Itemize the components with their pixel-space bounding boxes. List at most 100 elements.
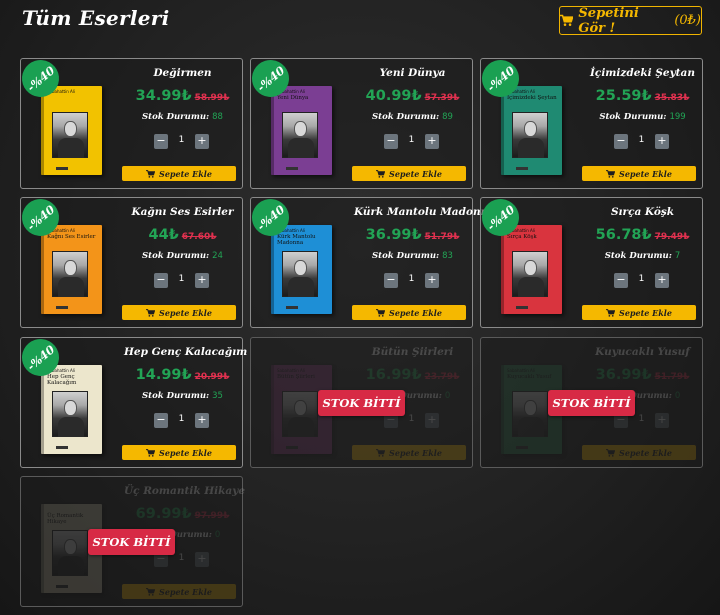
increase-quantity-button[interactable]: + — [195, 134, 209, 149]
increase-quantity-button[interactable]: + — [195, 413, 209, 428]
product-card: Üç Romantik Hikaye Üç Romantik Hikaye 69… — [20, 476, 245, 607]
product-title[interactable]: İçimizdeki Şeytan — [584, 67, 701, 79]
decrease-quantity-button[interactable]: − — [384, 273, 398, 288]
increase-quantity-button[interactable]: + — [655, 413, 669, 428]
sold-out-label: STOK BİTTİ — [548, 390, 635, 416]
shopping-cart-icon — [560, 14, 574, 26]
stock-value: 199 — [669, 112, 686, 122]
book-cover-image[interactable]: Sabahattin Ali — [41, 86, 102, 175]
product-title[interactable]: Kürk Mantolu Madonna — [354, 206, 495, 218]
product-price: 69.99₺ — [135, 506, 192, 522]
increase-quantity-button[interactable]: + — [425, 273, 439, 288]
product-title[interactable]: Kuyucaklı Yusuf — [584, 346, 701, 358]
cover-title: Kuyucaklı Yusuf — [507, 374, 552, 380]
stock-label: Stok Durumu: — [604, 251, 672, 261]
product-title[interactable]: Bütün Şiirleri — [354, 346, 471, 358]
quantity-value[interactable]: 1 — [628, 274, 655, 284]
quantity-value[interactable]: 1 — [398, 274, 425, 284]
cover-author: Sabahattin Ali — [277, 368, 305, 373]
shopping-cart-icon — [146, 308, 156, 317]
add-to-cart-button[interactable]: Sepete Ekle — [122, 445, 236, 460]
increase-quantity-button[interactable]: + — [655, 273, 669, 288]
add-to-cart-label: Sepete Ekle — [389, 447, 442, 458]
product-title[interactable]: Üç Romantik Hikaye — [124, 485, 245, 497]
quantity-value[interactable]: 1 — [168, 274, 195, 284]
add-to-cart-button[interactable]: Sepete Ekle — [582, 305, 696, 320]
author-portrait — [52, 112, 88, 158]
increase-quantity-button[interactable]: + — [195, 273, 209, 288]
product-card: Sabahattin Ali Bütün Şiirleri Bütün Şiir… — [250, 337, 473, 468]
book-cover-image[interactable]: Sabahattin Ali Kağnı Ses Esirler — [41, 225, 102, 314]
shopping-cart-icon — [376, 308, 386, 317]
shopping-cart-icon — [606, 448, 616, 457]
quantity-stepper: − 1 + — [154, 413, 210, 429]
book-cover-image[interactable]: Sabahattin Ali Hep Genç Kalacağım — [41, 365, 102, 454]
add-to-cart-button[interactable]: Sepete Ekle — [352, 166, 466, 181]
view-cart-button[interactable]: Sepetini Gör ! (0₺) — [559, 6, 702, 36]
quantity-value[interactable]: 1 — [398, 135, 425, 145]
stock-value: 24 — [212, 251, 223, 261]
decrease-quantity-button[interactable]: − — [384, 134, 398, 149]
increase-quantity-button[interactable]: + — [425, 134, 439, 149]
add-to-cart-button[interactable]: Sepete Ekle — [352, 305, 466, 320]
author-portrait — [512, 251, 548, 297]
author-portrait — [52, 530, 88, 576]
product-price: 36.99₺ — [595, 367, 652, 383]
cover-title: Üç Romantik Hikaye — [47, 513, 84, 525]
stock-label: Stok Durumu: — [142, 251, 210, 261]
increase-quantity-button[interactable]: + — [195, 552, 209, 567]
shopping-cart-icon — [146, 448, 156, 457]
quantity-stepper: − 1 + — [154, 273, 210, 289]
increase-quantity-button[interactable]: + — [425, 413, 439, 428]
cover-title: İçimizdeki Şeytan — [507, 95, 557, 101]
quantity-value[interactable]: 1 — [168, 135, 195, 145]
page-title: Tüm Eserleri — [22, 6, 170, 30]
book-cover-image[interactable]: Sabahattin Ali İçimizdeki Şeytan — [501, 86, 562, 175]
product-price: 40.99₺ — [365, 88, 422, 104]
quantity-stepper: − 1 + — [154, 134, 210, 150]
cover-title: Yeni Dünya — [277, 95, 309, 101]
product-price: 44₺ — [148, 227, 179, 243]
shopping-cart-icon — [606, 169, 616, 178]
product-title[interactable]: Değirmen — [124, 67, 241, 79]
add-to-cart-button[interactable]: Sepete Ekle — [582, 166, 696, 181]
product-title[interactable]: Yeni Dünya — [354, 67, 471, 79]
add-to-cart-button[interactable]: Sepete Ekle — [582, 445, 696, 460]
sold-out-label: STOK BİTTİ — [318, 390, 405, 416]
decrease-quantity-button[interactable]: − — [154, 134, 168, 149]
product-old-price: 58.99₺ — [194, 93, 230, 103]
stock-value: 35 — [212, 391, 223, 401]
product-old-price: 35.83₺ — [654, 93, 690, 103]
decrease-quantity-button[interactable]: − — [154, 273, 168, 288]
increase-quantity-button[interactable]: + — [655, 134, 669, 149]
product-title[interactable]: Hep Genç Kalacağım — [124, 346, 247, 358]
decrease-quantity-button[interactable]: − — [614, 273, 628, 288]
product-title[interactable]: Sırça Köşk — [584, 206, 701, 218]
author-portrait — [282, 112, 318, 158]
add-to-cart-button[interactable]: Sepete Ekle — [122, 166, 236, 181]
add-to-cart-label: Sepete Ekle — [159, 447, 212, 458]
add-to-cart-button[interactable]: Sepete Ekle — [122, 584, 236, 599]
decrease-quantity-button[interactable]: − — [614, 134, 628, 149]
shopping-cart-icon — [606, 308, 616, 317]
cover-author: Sabahattin Ali — [507, 368, 535, 373]
cover-title: Sırça Köşk — [507, 234, 537, 240]
stock-value: 83 — [442, 251, 453, 261]
stock-value: 0 — [674, 391, 681, 401]
product-title[interactable]: Kağnı Ses Esirler — [124, 206, 241, 218]
book-cover-image[interactable]: Sabahattin Ali Yeni Dünya — [271, 86, 332, 175]
add-to-cart-button[interactable]: Sepete Ekle — [122, 305, 236, 320]
quantity-value[interactable]: 1 — [628, 135, 655, 145]
add-to-cart-button[interactable]: Sepete Ekle — [352, 445, 466, 460]
author-portrait — [282, 251, 318, 297]
add-to-cart-label: Sepete Ekle — [389, 168, 442, 179]
author-portrait — [282, 391, 318, 437]
shopping-cart-icon — [146, 169, 156, 178]
decrease-quantity-button[interactable]: − — [154, 413, 168, 428]
stock-value: 7 — [674, 251, 681, 261]
book-cover-image[interactable]: Sabahattin Ali Kürk Mantolu Madonna — [271, 225, 332, 314]
add-to-cart-label: Sepete Ekle — [159, 307, 212, 318]
book-cover-image[interactable]: Sabahattin Ali Sırça Köşk — [501, 225, 562, 314]
quantity-value[interactable]: 1 — [168, 414, 195, 424]
stock-value: 0 — [214, 530, 221, 540]
